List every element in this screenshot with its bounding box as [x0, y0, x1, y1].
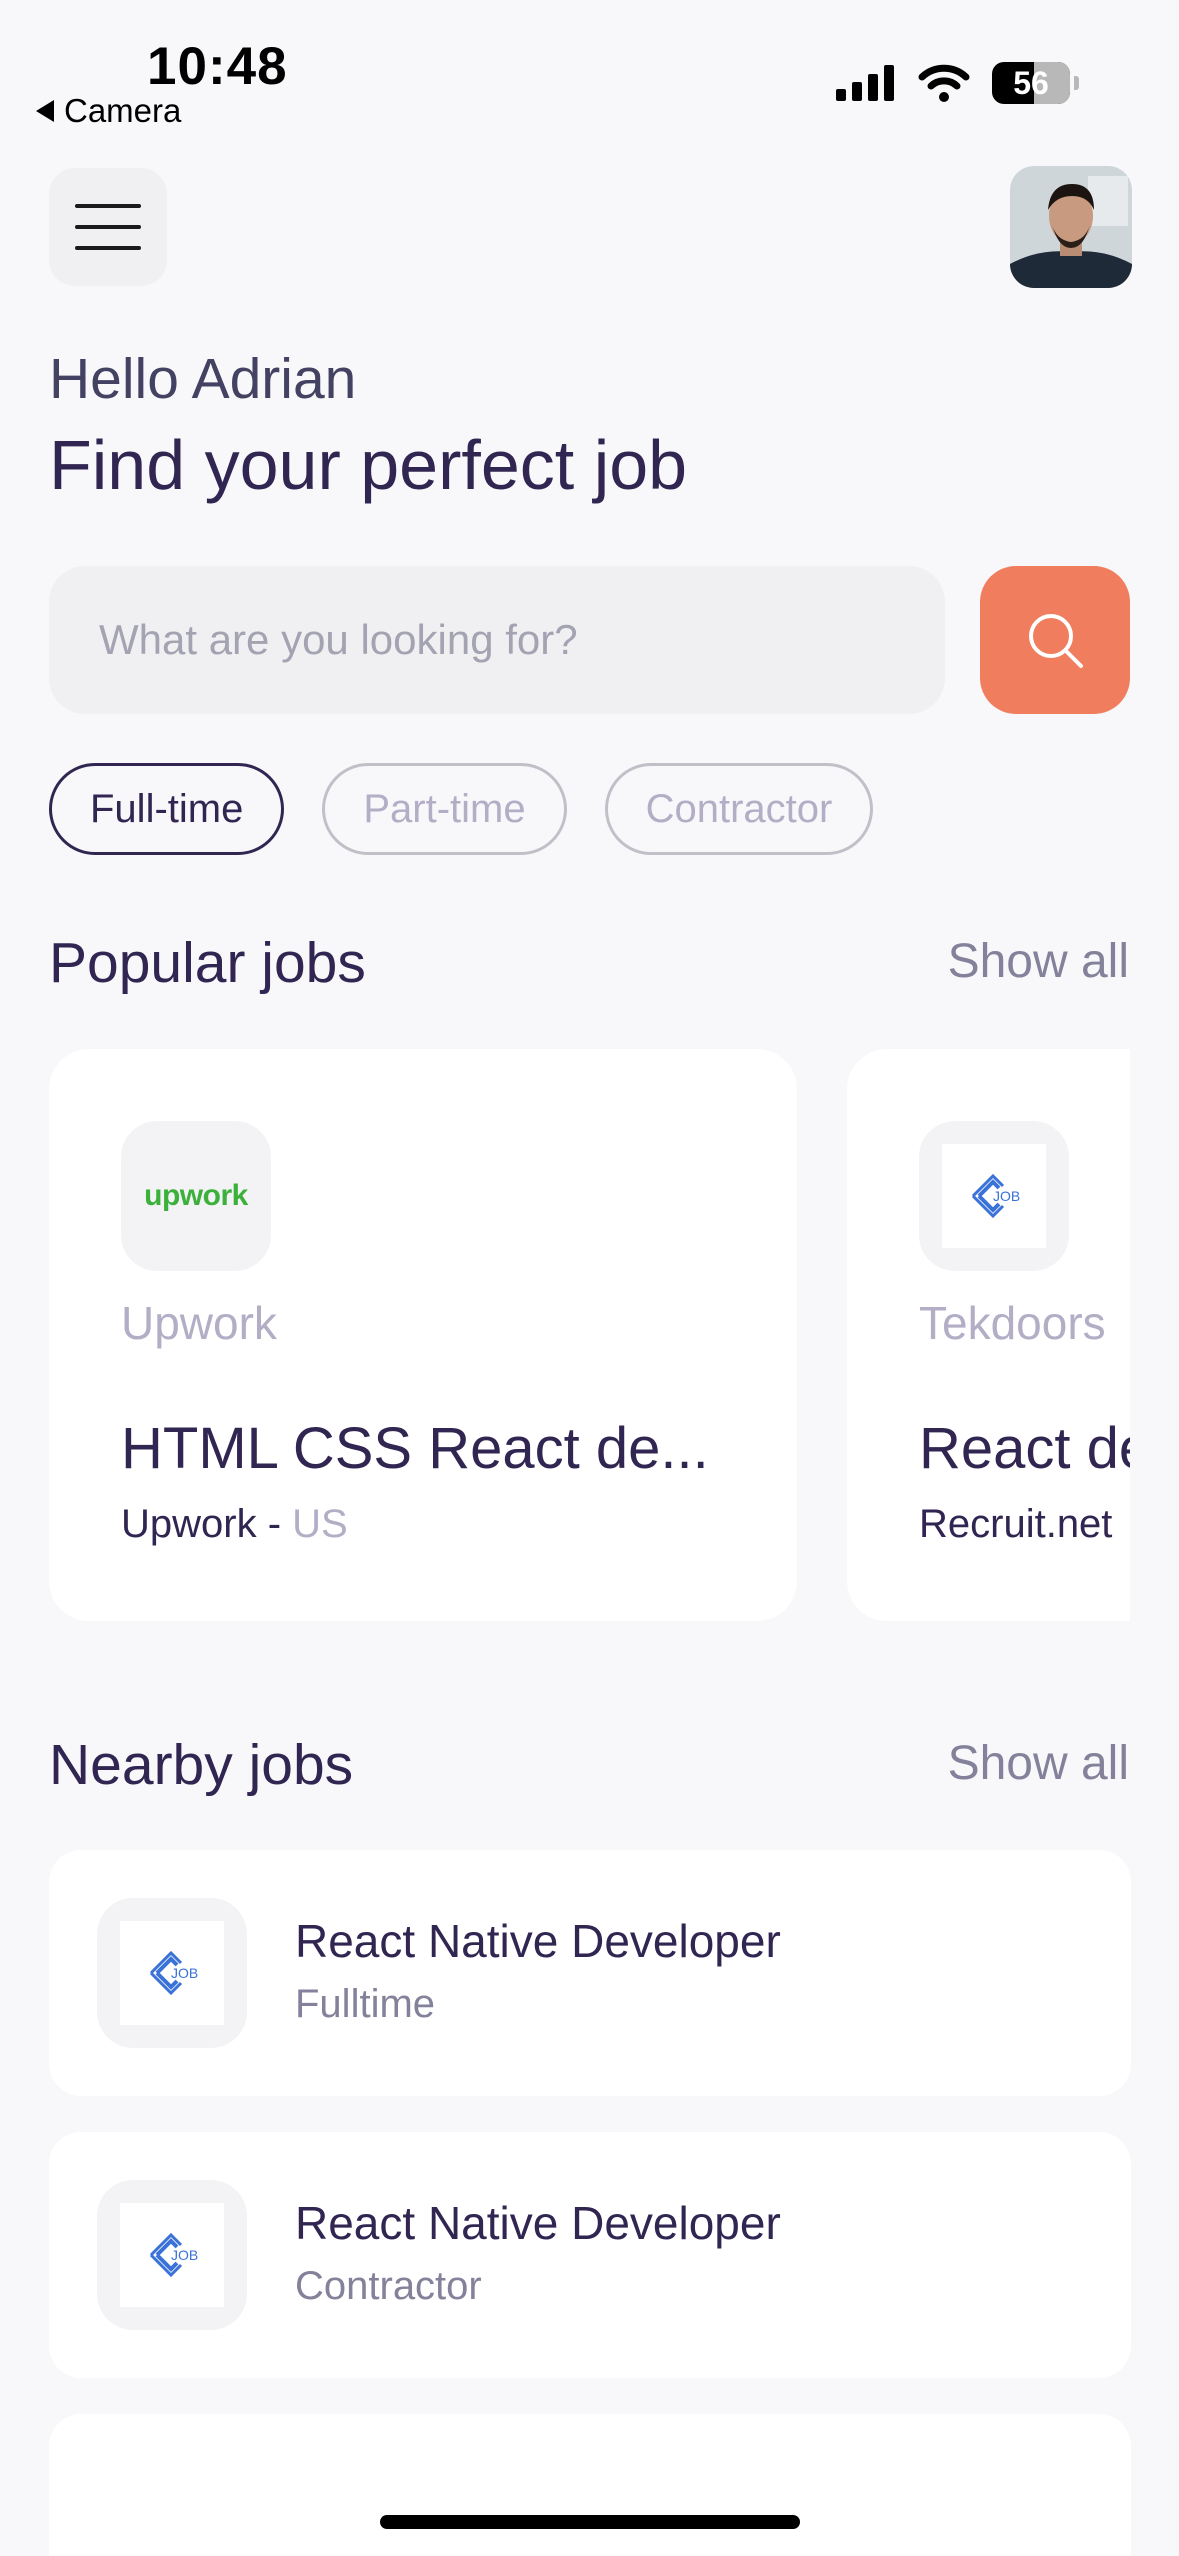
job-country: US [292, 1502, 348, 1546]
svg-text:JOB: JOB [171, 1965, 198, 1981]
svg-text:JOB: JOB [993, 1188, 1020, 1204]
home-indicator[interactable] [380, 2515, 800, 2529]
job-logo-icon: JOB [149, 2232, 198, 2278]
popular-job-card[interactable]: upwork Upwork HTML CSS React de... Upwor… [49, 1049, 797, 1621]
company-logo: JOB [97, 1898, 247, 2048]
company-logo: upwork [121, 1121, 271, 1271]
company-name: Tekdoors [919, 1297, 1106, 1349]
nearby-show-all-link[interactable]: Show all [948, 1736, 1129, 1791]
company-name: Upwork [121, 1297, 277, 1349]
job-title: React Native Developer [295, 1915, 781, 1967]
company-logo: JOB [97, 2180, 247, 2330]
job-title: React Native Developer [295, 2197, 781, 2249]
job-type: Contractor [295, 2264, 482, 2308]
job-title: HTML CSS React de... [121, 1416, 709, 1481]
home-screen: 10:48 Camera 56 Hello Adrian Find your p… [0, 0, 1179, 2556]
job-publisher: Upwork - US [121, 1502, 348, 1546]
svg-text:JOB: JOB [171, 2247, 198, 2263]
popular-job-card[interactable]: JOB Tekdoors React de Recruit.net [847, 1049, 1130, 1621]
popular-jobs-carousel[interactable]: upwork Upwork HTML CSS React de... Upwor… [0, 0, 1130, 1700]
job-type: Fulltime [295, 1982, 436, 2026]
nearby-job-item[interactable] [49, 2414, 1131, 2556]
company-logo: JOB [919, 1121, 1069, 1271]
nearby-job-item[interactable]: JOB React Native Developer Fulltime [49, 1850, 1131, 2096]
job-logo-icon: JOB [971, 1173, 1020, 1219]
job-title: React de [919, 1416, 1130, 1481]
nearby-jobs-title: Nearby jobs [49, 1733, 354, 1797]
job-publisher: Recruit.net [919, 1502, 1113, 1546]
job-logo-icon: JOB [149, 1950, 198, 1996]
upwork-logo-icon: upwork [144, 1179, 248, 1212]
nearby-job-item[interactable]: JOB React Native Developer Contractor [49, 2132, 1131, 2378]
battery-level: 56 [1013, 64, 1049, 101]
